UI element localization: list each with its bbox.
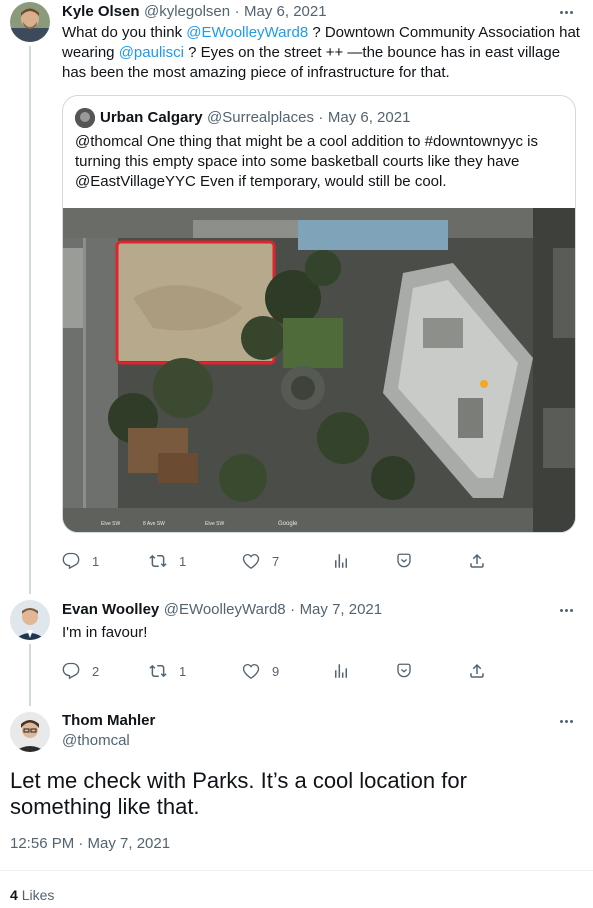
bookmark-button[interactable]	[395, 552, 413, 570]
like-count: 9	[272, 663, 280, 679]
like-button[interactable]: 9	[242, 662, 279, 680]
more-icon[interactable]	[556, 2, 576, 22]
author-handle[interactable]: @EWoolleyWard8	[164, 601, 286, 618]
thread-line	[29, 46, 31, 594]
author-handle[interactable]: @kylegolsen	[144, 3, 230, 20]
satellite-map-image[interactable]: Elve SW 8 Ave SW Elve SW Google	[63, 208, 575, 532]
tweet-timestamp[interactable]: 12:56 PM · May 7, 2021	[10, 835, 170, 852]
reply-count: 2	[92, 663, 100, 679]
quote-avatar	[75, 108, 95, 128]
share-button[interactable]	[468, 552, 486, 570]
like-button[interactable]: 7	[242, 552, 279, 570]
tweet1-text: What do you think @EWoolleyWard8 ? Downt…	[62, 24, 580, 81]
bookmark-icon	[397, 553, 411, 568]
map-label: Elve SW	[205, 521, 225, 527]
author-name[interactable]: Thom Mahler	[62, 712, 155, 729]
thread-line	[29, 644, 31, 706]
likes-summary[interactable]: 4 Likes	[10, 887, 54, 903]
likes-label: Likes	[21, 887, 55, 903]
tweet-date[interactable]: May 7, 2021	[300, 601, 383, 618]
share-icon	[470, 553, 484, 568]
reply-button[interactable]: 1	[62, 552, 99, 570]
quote-author-handle: @Surrealplaces	[207, 109, 314, 126]
tweet-date[interactable]: May 6, 2021	[244, 3, 327, 20]
map-label: Elve SW	[101, 521, 121, 527]
quoted-tweet[interactable]: Urban Calgary @Surrealplaces · May 6, 20…	[62, 95, 576, 533]
author-name[interactable]: Kyle Olsen	[62, 3, 140, 20]
quote-header: Urban Calgary @Surrealplaces · May 6, 20…	[100, 109, 411, 126]
like-count: 7	[272, 553, 280, 569]
map-label: 8 Ave SW	[143, 521, 165, 527]
views-button[interactable]	[332, 552, 350, 570]
bookmark-button[interactable]	[395, 662, 413, 680]
tweet2-header: Evan Woolley @EWoolleyWard8 · May 7, 202…	[62, 601, 383, 618]
share-icon	[470, 663, 484, 678]
more-icon[interactable]	[556, 600, 576, 620]
reply-icon	[62, 662, 80, 680]
retweet-icon	[149, 664, 167, 678]
tweet2-actions: 2 1 9	[62, 662, 582, 682]
retweet-button[interactable]: 1	[149, 662, 186, 680]
map-google-label: Google	[278, 521, 298, 527]
views-button[interactable]	[332, 662, 350, 680]
tweet1-header: Kyle Olsen @kylegolsen · May 6, 2021	[62, 3, 327, 20]
retweet-button[interactable]: 1	[149, 552, 186, 570]
avatar-evan-woolley[interactable]	[10, 600, 50, 640]
like-icon	[242, 553, 260, 569]
retweet-count: 1	[179, 663, 187, 679]
author-name[interactable]: Evan Woolley	[62, 601, 159, 618]
quote-author-name: Urban Calgary	[100, 109, 203, 126]
views-icon	[335, 554, 347, 568]
quote-date: May 6, 2021	[327, 109, 411, 126]
mention-link[interactable]: @EWoolleyWard8	[186, 24, 308, 41]
bookmark-icon	[397, 663, 411, 678]
reply-button[interactable]: 2	[62, 662, 99, 680]
retweet-icon	[149, 554, 167, 568]
avatar-kyle-olsen[interactable]	[10, 2, 50, 42]
tweet2-text: I'm in favour!	[62, 624, 148, 641]
more-icon[interactable]	[556, 711, 576, 731]
reply-icon	[62, 552, 80, 570]
divider	[0, 870, 593, 871]
avatar-thom-mahler[interactable]	[10, 712, 50, 752]
reply-count: 1	[92, 553, 100, 569]
share-button[interactable]	[468, 662, 486, 680]
mention-link[interactable]: @paulisci	[119, 44, 184, 61]
retweet-count: 1	[179, 553, 187, 569]
likes-count: 4	[10, 887, 18, 903]
quote-text: @thomcal One thing that might be a cool …	[75, 133, 538, 190]
author-handle[interactable]: @thomcal	[62, 732, 130, 749]
tweet1-actions: 1 1 7	[62, 552, 582, 572]
like-icon	[242, 663, 260, 679]
focused-tweet-text: Let me check with Parks. It’s a cool loc…	[10, 768, 467, 819]
views-icon	[335, 664, 347, 678]
